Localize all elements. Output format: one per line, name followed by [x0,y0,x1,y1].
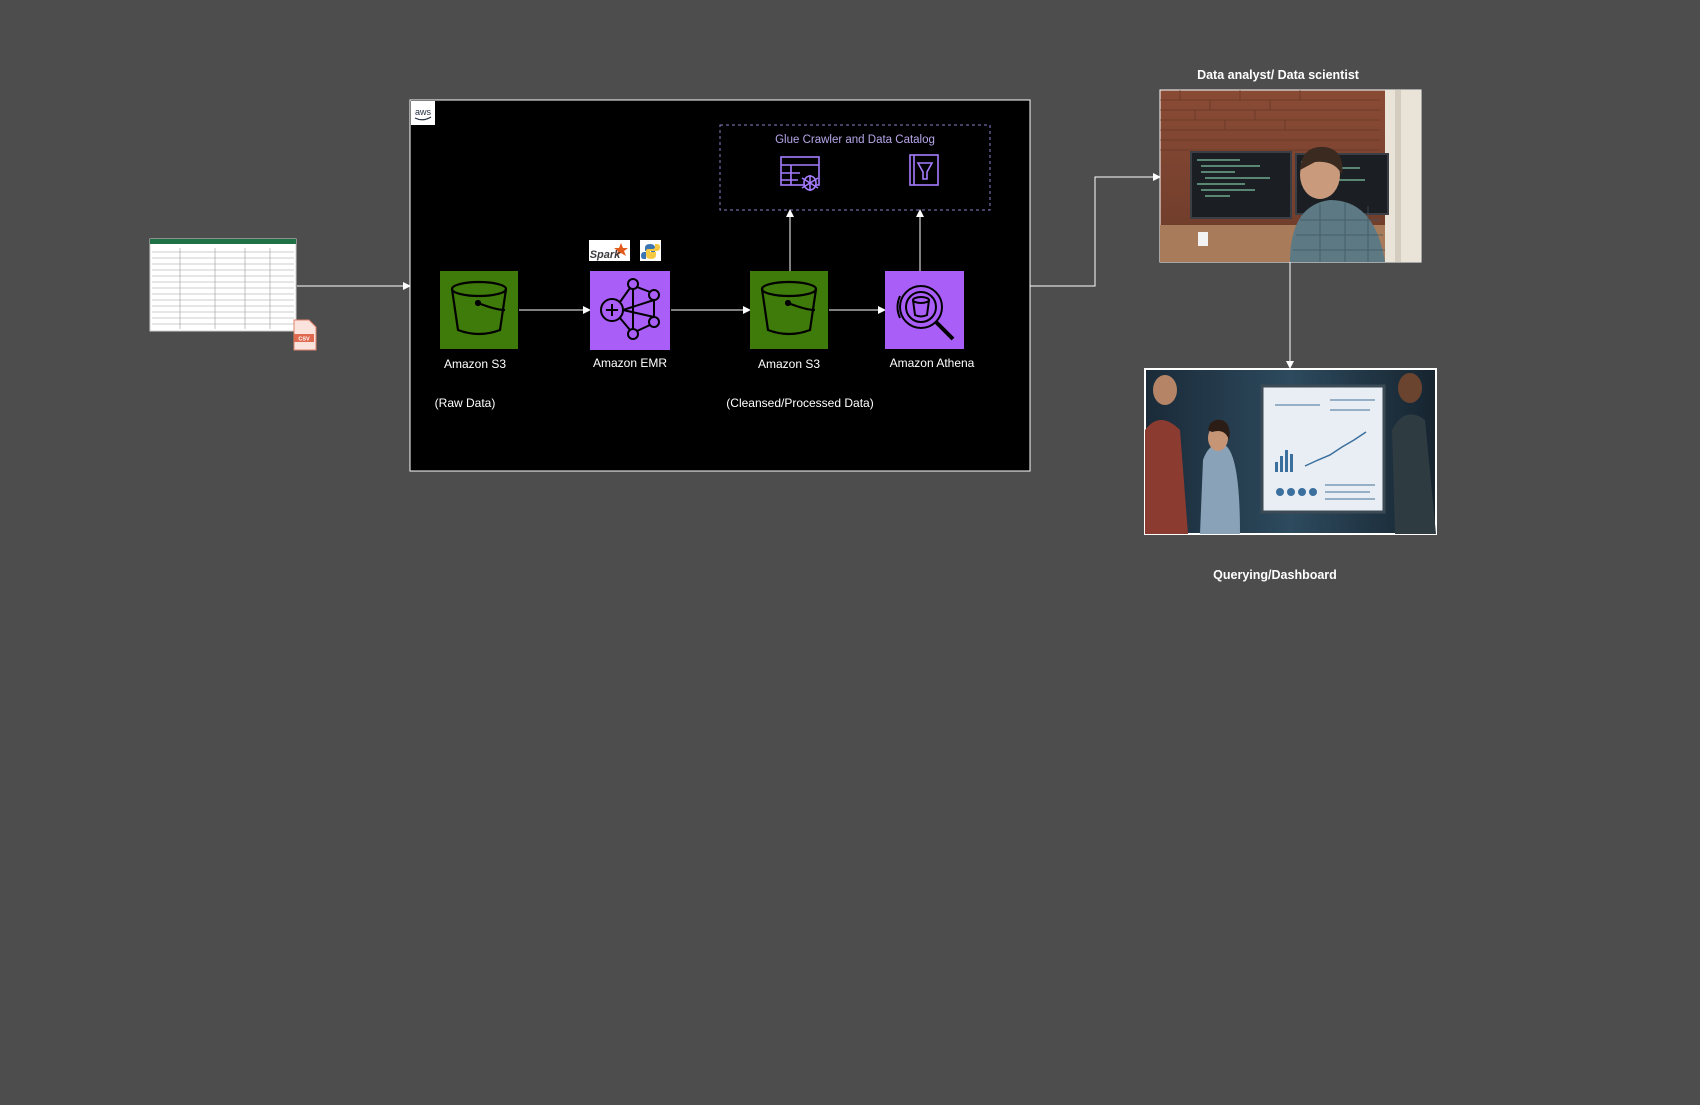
aws-logo-text: aws [415,107,432,117]
glue-group-title: Glue Crawler and Data Catalog [775,134,935,146]
diagram-svg: CSV aws Glue Crawler and Data Catalog Am… [149,68,1437,582]
analyst-title: Data analyst/ Data scientist [1197,68,1360,82]
source-spreadsheet-icon [149,238,317,351]
s3-processed-label: Amazon S3 [758,357,820,371]
diagram-canvas: CSV aws Glue Crawler and Data Catalog Am… [0,0,1700,1100]
analyst-photo [1159,89,1422,263]
emr-cluster-icon [590,271,670,350]
s3-processed-icon [750,271,828,349]
s3-raw-label: Amazon S3 [444,357,506,371]
arrow-aws-to-analyst [1030,173,1161,287]
spark-logo-text: Spark [590,249,621,261]
emr-label: Amazon EMR [593,356,667,370]
s3-processed-sublabel: (Cleansed/Processed Data) [726,396,873,410]
s3-raw-icon [440,271,518,349]
python-logo-icon [640,240,661,261]
athena-label: Amazon Athena [890,356,975,370]
dashboard-photo [1144,368,1437,535]
csv-file-icon [293,319,317,351]
dashboard-title: Querying/Dashboard [1213,568,1337,582]
s3-raw-sublabel: (Raw Data) [435,396,496,410]
athena-search-icon [885,271,964,349]
csv-badge-text: CSV [298,337,310,343]
